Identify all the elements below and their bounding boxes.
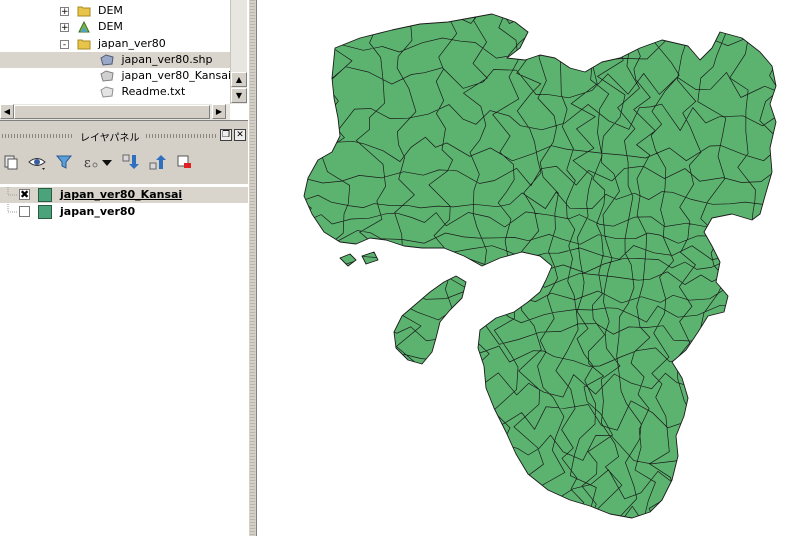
layer-name: japan_ver80 (60, 205, 136, 218)
remove-layer-icon[interactable] (175, 153, 193, 171)
add-group-icon[interactable] (2, 153, 20, 171)
tree-item-japan-shp[interactable]: japan_ver80.shp (0, 52, 230, 68)
expand-icon[interactable]: + (60, 22, 69, 32)
move-down-icon[interactable] (121, 153, 139, 171)
close-panel-button[interactable]: ✕ (234, 129, 246, 141)
scroll-right-button[interactable]: ▶ (212, 104, 226, 119)
tree-item-label: japan_ver80.shp (121, 53, 213, 66)
scrollbar-thumb[interactable] (14, 105, 210, 119)
kansai-region-map (303, 13, 777, 519)
layer-panel-titlebar: レイヤパネル ❐ ✕ (0, 127, 248, 145)
titlebar-grip (146, 134, 216, 138)
browser-vertical-scrollbar[interactable]: ▲ ▼ (230, 0, 247, 104)
layer-item-japan[interactable]: japan_ver80 (0, 204, 248, 220)
dock-splitter[interactable] (248, 0, 257, 536)
folder-icon (77, 39, 90, 50)
tree-item-japan-folder[interactable]: - japan_ver80 (60, 36, 166, 52)
tree-item-label: Readme.txt (121, 85, 186, 98)
scroll-down-button[interactable]: ▼ (231, 88, 247, 103)
dropdown-arrow-icon[interactable] (101, 153, 113, 171)
tree-item-dem-folder[interactable]: + DEM (60, 3, 123, 19)
layer-symbol-swatch[interactable] (38, 188, 52, 202)
collapse-icon[interactable]: - (60, 39, 69, 49)
layer-list: ✖ japan_ver80_Kansai japan_ver80 (0, 184, 248, 536)
left-dock: + DEM + DEM - japan_ver80 japan_ver80.sh… (0, 0, 248, 536)
scroll-left-button[interactable]: ◀ (0, 104, 14, 119)
browser-panel: + DEM + DEM - japan_ver80 japan_ver80.sh… (0, 0, 248, 121)
layer-symbol-swatch[interactable] (38, 205, 52, 219)
tree-item-kansai-shp[interactable]: japan_ver80_Kansai.sh (100, 68, 247, 84)
raster-layer-icon (77, 21, 90, 33)
tree-item-label: japan_ver80_Kansai.sh (121, 69, 248, 82)
layer-name: japan_ver80_Kansai (60, 188, 183, 201)
expand-icon[interactable]: + (60, 6, 69, 16)
text-file-icon (100, 86, 114, 98)
polygon-layer-icon (100, 54, 114, 66)
map-canvas[interactable] (257, 0, 794, 536)
layer-visibility-checkbox[interactable] (19, 206, 30, 217)
eye-visibility-icon[interactable] (28, 153, 46, 171)
awaji-island (393, 275, 467, 365)
tree-item-dem-raster[interactable]: + DEM (60, 19, 123, 35)
layer-toolbar: ε (0, 150, 248, 174)
folder-icon (77, 6, 90, 17)
move-up-icon[interactable] (148, 153, 166, 171)
tree-item-label: japan_ver80 (98, 37, 166, 50)
browser-horizontal-scrollbar[interactable]: ◀ ▶ (0, 104, 230, 120)
layer-panel-title: レイヤパネル (80, 133, 140, 144)
layer-visibility-checkbox[interactable]: ✖ (19, 189, 30, 200)
scroll-up-button[interactable]: ▲ (231, 72, 247, 87)
tree-connector-icon (7, 204, 18, 213)
svg-text:ε: ε (84, 156, 91, 171)
float-panel-button[interactable]: ❐ (220, 129, 232, 141)
tree-item-label: DEM (98, 20, 123, 33)
tree-item-label: DEM (98, 4, 123, 17)
tree-connector-icon (7, 187, 18, 196)
layer-item-kansai[interactable]: ✖ japan_ver80_Kansai (0, 187, 248, 203)
filter-icon[interactable] (55, 153, 73, 171)
expression-icon[interactable]: ε (82, 153, 100, 171)
titlebar-grip (2, 134, 72, 138)
tree-item-readme[interactable]: Readme.txt (100, 84, 185, 100)
polygon-layer-icon (100, 70, 114, 82)
